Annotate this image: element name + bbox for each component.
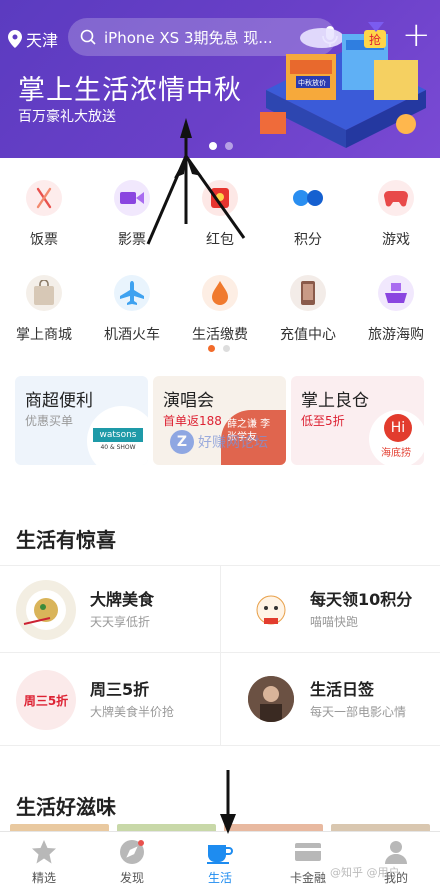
menu-item-game[interactable]: 游戏 [352, 170, 440, 265]
fork-knife-icon [26, 180, 62, 216]
surprise-item-title: 每天领10积分 [310, 590, 413, 609]
tab-card-finance[interactable]: 卡金融 [264, 832, 352, 890]
watermark-logo-icon: Z [170, 430, 194, 454]
surprise-item-subtitle: 大牌美食半价抢 [90, 705, 175, 719]
haidilao-logo-text: 海底捞 [381, 448, 411, 459]
menu-label: 旅游海购 [368, 327, 424, 343]
airplane-icon [114, 275, 150, 311]
tab-life[interactable]: 生活 [176, 832, 264, 890]
tab-mine[interactable]: 我的 [352, 832, 440, 890]
watermark-text: 好赚网论坛 [198, 435, 268, 451]
section-title-surprise: 生活有惊喜 [16, 528, 116, 552]
cruise-ship-icon [378, 275, 414, 311]
menu-label: 游戏 [382, 232, 410, 248]
banner-subtitle: 百万豪礼大放送 [18, 109, 116, 125]
surprise-item-subtitle: 每天一部电影心情 [310, 705, 407, 719]
menu-item-travel-booking[interactable]: 机酒火车 [88, 265, 176, 360]
promo-card-subtitle: 优惠买单 [25, 414, 74, 428]
surprise-item-food[interactable]: 大牌美食 天天享低折 [0, 566, 220, 656]
promo-card-supermarket[interactable]: 商超便利 优惠买单 watsons 40 & SHOW [15, 376, 148, 465]
menu-label: 生活缴费 [192, 327, 248, 343]
surprise-item-daily-points[interactable]: 每天领10积分 喵喵快跑 [220, 566, 440, 656]
wednesday-discount-icon: 周三5折 [16, 670, 76, 730]
promo-card-subtitle: 首单返188 [163, 414, 222, 428]
forum-watermark: Z 好赚网论坛 [170, 430, 268, 454]
menu-label: 充值中心 [280, 327, 336, 343]
location-selector[interactable]: 天津 [8, 27, 58, 51]
compass-icon [120, 840, 144, 864]
movie-still-icon [248, 676, 294, 722]
banner-badge: 抢 [369, 32, 381, 47]
points-icon [290, 180, 326, 216]
promo-card-title: 掌上良仓 [301, 391, 369, 411]
watsons-logo-text: watsons [93, 428, 143, 442]
annotation-arrow-bottom [220, 770, 236, 834]
annotation-arrows-top [146, 118, 246, 245]
surprise-item-title: 周三5折 [90, 680, 150, 699]
tab-label: 生活 [207, 871, 232, 885]
tab-label: 卡金融 [289, 871, 326, 885]
search-placeholder: iPhone XS 3期免息 现... [104, 28, 273, 47]
tab-featured[interactable]: 精选 [0, 832, 88, 890]
tab-label: 发现 [119, 871, 144, 885]
bottom-tab-bar: 精选 发现 生活 卡金融 我的 [0, 831, 440, 890]
menu-label: 机酒火车 [104, 327, 160, 343]
menu-label: 饭票 [30, 232, 58, 248]
banner-title: 掌上生活浓情中秋 [18, 75, 242, 106]
banner-illustration: 抢 中秋放价 [260, 22, 426, 148]
food-dish-icon [16, 580, 76, 640]
menu-item-meal-ticket[interactable]: 饭票 [0, 170, 88, 265]
phone-icon [290, 275, 326, 311]
search-icon [80, 29, 96, 45]
menu-item-recharge[interactable]: 充值中心 [264, 265, 352, 360]
surprise-item-subtitle: 喵喵快跑 [310, 615, 359, 629]
surprise-item-subtitle: 天天享低折 [90, 615, 151, 629]
grid-pagination [208, 345, 230, 352]
weibo-watermark: @知乎 @用户 [330, 866, 400, 879]
grid-divider-vertical [220, 565, 221, 745]
haidilao-logo-mark: Hi [384, 414, 412, 442]
grid-divider-horizontal [0, 652, 440, 653]
tab-label: 精选 [31, 871, 56, 885]
location-label: 天津 [26, 31, 59, 50]
watsons-logo-sub: 40 & SHOW [100, 444, 136, 451]
banner-tag: 中秋放价 [298, 78, 326, 87]
promo-card-title: 商超便利 [25, 391, 93, 411]
coffee-cup-icon [207, 845, 233, 864]
user-icon [385, 841, 407, 864]
tab-discover[interactable]: 发现 [88, 832, 176, 890]
menu-item-tourism-shopping[interactable]: 旅游海购 [352, 265, 440, 360]
surprise-item-wednesday-discount[interactable]: 周三5折 周三5折 大牌美食半价抢 [0, 656, 220, 746]
star-icon [32, 840, 56, 864]
section-separator [0, 745, 440, 746]
location-pin-icon [8, 30, 22, 48]
surprise-item-title: 生活日签 [310, 680, 375, 699]
credit-card-icon [295, 843, 321, 861]
menu-label: 掌上商城 [16, 327, 72, 343]
promo-card-good-store[interactable]: 掌上良仓 低至5折 Hi 海底捞 [291, 376, 424, 465]
wednesday-discount-icon-text: 周三5折 [23, 693, 69, 708]
gamepad-icon [378, 180, 414, 216]
promo-card-subtitle: 低至5折 [301, 414, 345, 428]
promo-card-title: 演唱会 [163, 391, 214, 411]
menu-item-mall[interactable]: 掌上商城 [0, 265, 88, 360]
menu-item-points[interactable]: 积分 [264, 170, 352, 265]
shopping-bag-icon [26, 275, 62, 311]
section-title-flavor: 生活好滋味 [16, 795, 116, 819]
menu-label: 积分 [294, 232, 322, 248]
water-drop-icon [202, 275, 238, 311]
surprise-item-title: 大牌美食 [90, 590, 155, 609]
lucky-cat-icon [248, 586, 294, 632]
surprise-item-life-sign[interactable]: 生活日签 每天一部电影心情 [220, 656, 440, 746]
